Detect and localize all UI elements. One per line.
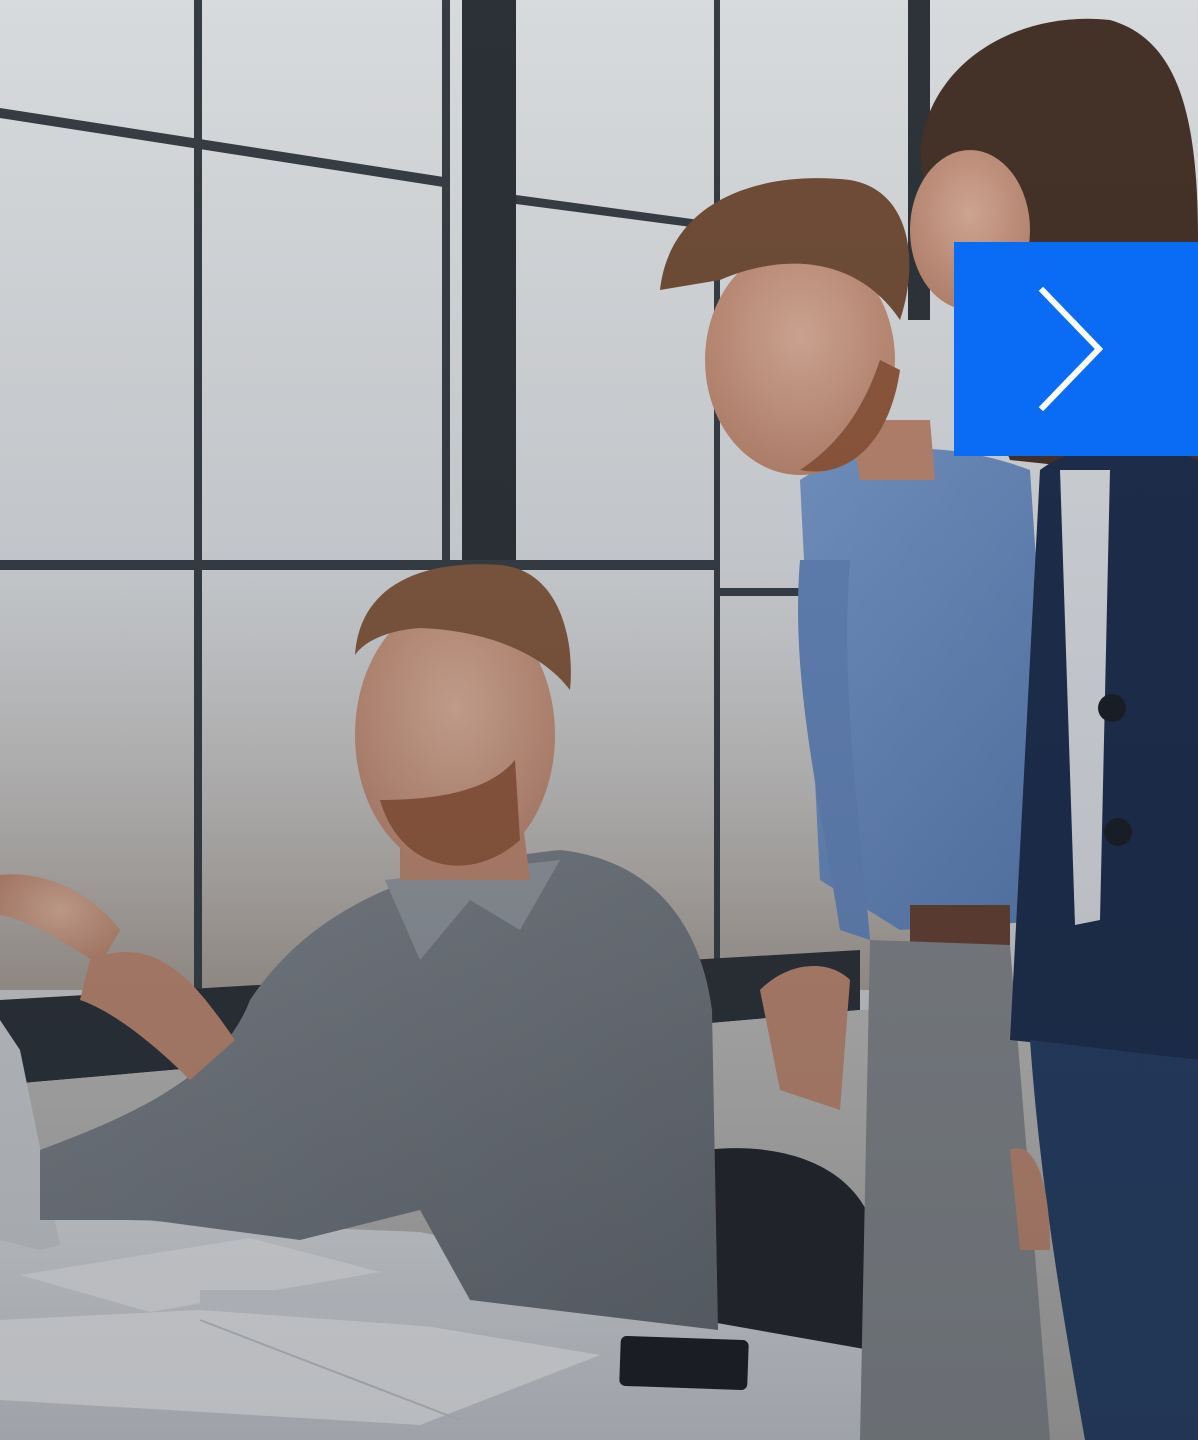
hero-photo xyxy=(0,0,1198,1440)
next-slide-button[interactable]: Next xyxy=(954,242,1198,456)
chevron-right-icon xyxy=(1038,287,1104,411)
hero-banner xyxy=(0,0,1198,1440)
